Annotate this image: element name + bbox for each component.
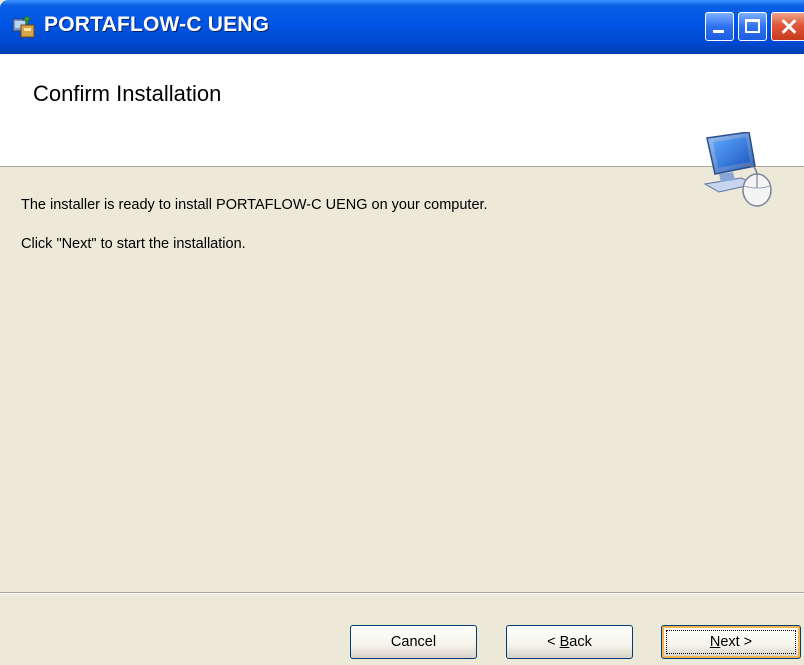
close-button[interactable] <box>771 12 804 41</box>
back-label-rest: ack <box>569 634 592 650</box>
next-button[interactable]: Next > <box>661 625 801 659</box>
page-title: Confirm Installation <box>33 81 222 106</box>
button-bar: Cancel < Back Next > <box>0 592 804 665</box>
content-area: The installer is ready to install PORTAF… <box>0 167 804 595</box>
title-bar[interactable]: PORTAFLOW-C UENG <box>0 0 804 54</box>
minimize-icon <box>713 30 724 33</box>
back-prefix: < <box>547 634 560 650</box>
instruction-message: Click "Next" to start the installation. <box>21 236 246 252</box>
window-title: PORTAFLOW-C UENG <box>44 13 270 36</box>
header-banner: Confirm Installation <box>0 54 804 207</box>
maximize-icon <box>745 19 760 33</box>
ready-message: The installer is ready to install PORTAF… <box>21 197 488 213</box>
cancel-label: Cancel <box>390 634 437 650</box>
back-button[interactable]: < Back <box>506 625 633 659</box>
installer-window: PORTAFLOW-C UENG Confirm Installation Th… <box>0 0 804 665</box>
back-hotkey: B <box>559 634 570 650</box>
minimize-button[interactable] <box>705 12 734 41</box>
maximize-button[interactable] <box>738 12 767 41</box>
installer-app-icon <box>12 15 35 38</box>
cancel-button[interactable]: Cancel <box>350 625 477 659</box>
focus-ring <box>666 630 796 654</box>
